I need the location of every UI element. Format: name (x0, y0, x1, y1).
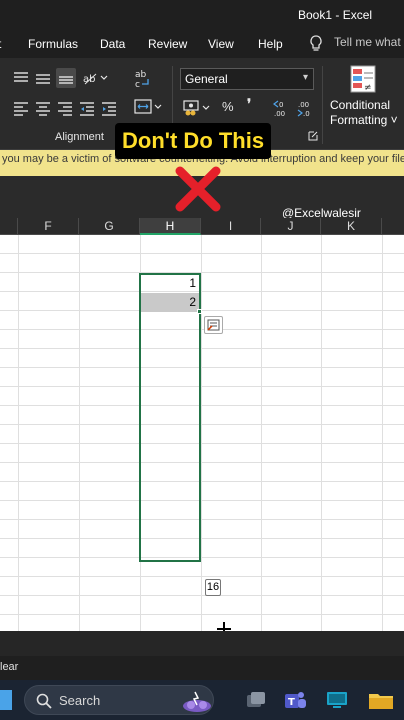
column-header-j[interactable]: J (261, 218, 321, 235)
monitor-app-icon[interactable] (325, 688, 349, 712)
sheet-tabs-area (0, 631, 404, 656)
column-header-i[interactable]: I (201, 218, 261, 235)
align-top-icon[interactable] (12, 70, 30, 86)
dialog-launcher-icon[interactable] (308, 131, 318, 141)
increase-decimal-icon[interactable]: 0.00 (272, 98, 292, 118)
tab-data[interactable]: Data (100, 37, 125, 51)
worksheet-grid[interactable]: 1 2 16 (0, 235, 404, 631)
comma-style-button[interactable]: ❜ (247, 96, 251, 112)
gridline (261, 235, 262, 631)
search-placeholder: Search (59, 693, 101, 708)
gridline (382, 235, 383, 631)
column-header-g[interactable]: G (79, 218, 140, 235)
search-icon (35, 692, 53, 710)
red-cross-icon (172, 163, 224, 215)
column-header-partial-right[interactable] (382, 218, 404, 235)
teams-icon[interactable]: T (283, 688, 307, 712)
number-format-value: General (185, 72, 228, 86)
status-bar: lear (0, 656, 404, 680)
column-header-k[interactable]: K (321, 218, 382, 235)
column-header-f[interactable]: F (18, 218, 79, 235)
gridline (18, 235, 19, 631)
svg-text:≠: ≠ (364, 83, 372, 93)
title-bar: Book1 - Excel (0, 0, 404, 30)
svg-text:0: 0 (279, 101, 283, 109)
percent-style-button[interactable]: % (222, 99, 234, 114)
align-right-icon[interactable] (56, 100, 74, 116)
decrease-indent-icon[interactable] (78, 100, 96, 116)
task-view-icon[interactable] (244, 688, 268, 712)
gridline (321, 235, 322, 631)
alignment-group-label: Alignment (55, 131, 104, 143)
start-icon[interactable] (0, 690, 12, 710)
tab-formulas[interactable]: Formulas (28, 37, 78, 51)
conditional-formatting-button[interactable]: Conditional Formatting ˅ (330, 98, 398, 128)
svg-text:.00: .00 (298, 101, 309, 109)
fill-series-tooltip: 16 (205, 579, 221, 596)
svg-text:.0: .0 (303, 110, 310, 118)
status-text: lear (0, 661, 19, 673)
windows-taskbar: Search T (0, 680, 404, 720)
tell-me-search[interactable]: Tell me what y (334, 35, 404, 49)
svg-text:T: T (288, 697, 295, 708)
number-format-dropdown[interactable]: General ▾ (180, 68, 314, 90)
overlay-title: Don't Do This (115, 123, 272, 159)
decrease-decimal-icon[interactable]: .00.0 (296, 98, 316, 118)
window-title: Book1 - Excel (298, 8, 373, 22)
accounting-format-icon[interactable] (182, 98, 212, 118)
tab-review[interactable]: Review (148, 37, 187, 51)
lightbulb-icon (309, 35, 323, 53)
column-headers: F G H I J K (0, 218, 404, 235)
merge-center-icon[interactable] (134, 98, 162, 116)
file-explorer-icon[interactable] (367, 688, 393, 712)
selection-range (139, 273, 201, 562)
tab-help[interactable]: Help (258, 37, 283, 51)
align-left-icon[interactable] (12, 100, 30, 116)
group-separator (322, 66, 323, 144)
conditional-formatting-icon[interactable]: ≠ (349, 64, 379, 96)
column-header-h[interactable]: H (140, 218, 201, 235)
taskbar-search[interactable]: Search (24, 685, 214, 715)
column-header-partial[interactable] (0, 218, 18, 235)
orientation-icon[interactable]: ab (82, 70, 108, 86)
align-center-icon[interactable] (34, 100, 52, 116)
chevron-down-icon: ▾ (302, 72, 308, 83)
ribbon-tabs: t Formulas Data Review View Help Tell me… (0, 30, 404, 58)
svg-text:c: c (135, 80, 140, 90)
fill-handle[interactable] (197, 309, 202, 314)
cf-label-line1: Conditional (330, 98, 391, 112)
align-bottom-icon[interactable] (56, 68, 76, 88)
wrap-text-icon[interactable]: ab c (134, 68, 152, 90)
align-middle-icon[interactable] (34, 70, 52, 86)
tab-insert-partial[interactable]: t (0, 37, 1, 51)
svg-text:.00: .00 (274, 110, 285, 118)
svg-text:ab: ab (135, 70, 147, 80)
gridline (201, 235, 202, 631)
cf-label-line2: Formatting ˅ (330, 113, 398, 127)
auto-fill-options-icon[interactable] (204, 316, 223, 334)
tab-view[interactable]: View (208, 37, 234, 51)
gridline (79, 235, 80, 631)
crosshair-cursor-icon (217, 622, 231, 631)
increase-indent-icon[interactable] (100, 100, 118, 116)
search-highlight-icon (181, 688, 213, 714)
